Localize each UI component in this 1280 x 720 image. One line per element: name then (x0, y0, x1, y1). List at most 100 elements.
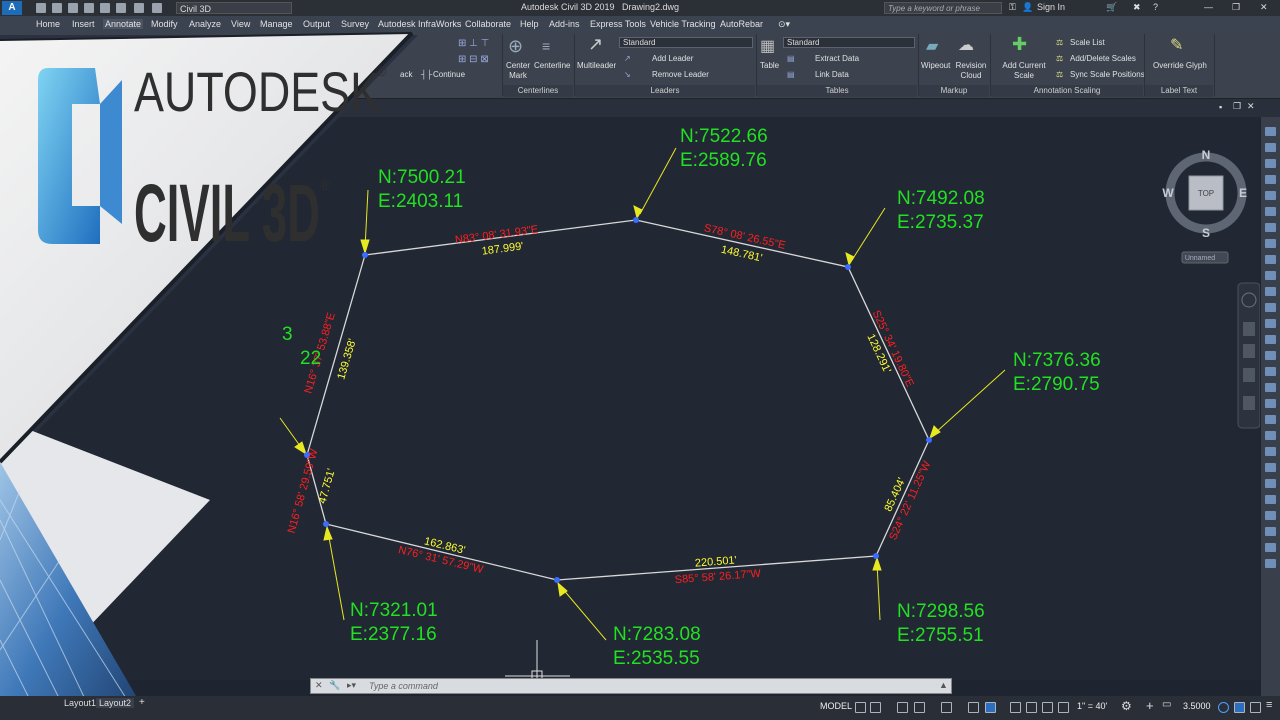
centerline-button[interactable]: Centerline (534, 61, 570, 70)
tool-icon[interactable] (1265, 207, 1276, 216)
link-data-button[interactable]: Link Data (815, 70, 849, 79)
extract-data-icon[interactable]: ▤ (787, 54, 795, 63)
minimize-icon[interactable]: — (1204, 2, 1213, 12)
add-delete-scales-button[interactable]: Add/Delete Scales (1070, 54, 1136, 63)
close-command-icon[interactable]: ✕ (315, 680, 323, 691)
account-icon[interactable]: ⚿ (1009, 2, 1016, 13)
command-prompt-icon[interactable]: ▸▾ (347, 680, 356, 691)
tool-icon[interactable] (1265, 399, 1276, 408)
tab-collaborate[interactable]: Collaborate (465, 19, 511, 29)
cart-icon[interactable]: 🛒 (1106, 2, 1117, 13)
tool-icon[interactable] (1265, 479, 1276, 488)
tab-autorebar[interactable]: AutoRebar (720, 19, 763, 29)
tool-icon[interactable] (1265, 175, 1276, 184)
ucs-dropdown[interactable]: Unnamed (1185, 255, 1215, 262)
tool-icon[interactable] (1265, 463, 1276, 472)
scale-list-icon[interactable]: ⚖ (1056, 38, 1063, 47)
tool-icon[interactable] (1265, 559, 1276, 568)
viewcube-west[interactable]: W (1162, 186, 1174, 200)
layout1-tab[interactable]: Layout1 (64, 698, 96, 708)
tool-icon[interactable] (1265, 415, 1276, 424)
tab-add-ins[interactable]: Add-ins (549, 19, 580, 29)
command-line[interactable]: ✕ 🔧 ▸▾ Type a command ▲ (310, 678, 952, 694)
workspace-gear-icon[interactable]: ⚙ (1121, 699, 1132, 713)
remove-leader-icon[interactable]: ↘ (624, 70, 631, 79)
viewcube-north[interactable]: N (1202, 148, 1211, 162)
sign-in-link[interactable]: Sign In (1037, 2, 1065, 12)
units-icon[interactable]: ▭ (1162, 699, 1171, 710)
table-style-dropdown[interactable]: Standard (783, 37, 915, 48)
annotation-monitor-icon[interactable]: + (1146, 698, 1154, 713)
viewport-close-icon[interactable]: ✕ (1247, 101, 1255, 112)
tool-icon[interactable] (1265, 303, 1276, 312)
continue-button[interactable]: Continue (433, 70, 465, 79)
command-expand-icon[interactable]: ▲ (939, 680, 948, 690)
viewcube-east[interactable]: E (1239, 186, 1247, 200)
tool-icon[interactable] (1265, 191, 1276, 200)
center-mark-icon[interactable]: ⊕ (508, 36, 523, 57)
vertex-node[interactable] (845, 264, 851, 270)
close-icon[interactable]: ✕ (1260, 2, 1268, 13)
revision-cloud-button[interactable]: Revision Cloud (954, 61, 988, 81)
auto-scale-icon[interactable] (1042, 702, 1053, 713)
remove-leader-button[interactable]: Remove Leader (652, 70, 709, 79)
tool-icon[interactable] (1265, 431, 1276, 440)
multileader-button[interactable]: Multileader (577, 61, 616, 70)
help-icon[interactable]: ? (1153, 2, 1158, 12)
override-glyph-icon[interactable]: ✎ (1170, 35, 1183, 55)
add-leader-button[interactable]: Add Leader (652, 54, 693, 63)
tool-icon[interactable] (1265, 335, 1276, 344)
hardware-acceleration-icon[interactable] (1234, 702, 1245, 713)
customization-icon[interactable]: ≡ (1266, 699, 1272, 711)
showmotion-icon[interactable] (1243, 396, 1255, 410)
tool-icon[interactable] (1265, 383, 1276, 392)
osnap-icon[interactable] (941, 702, 952, 713)
override-glyph-button[interactable]: Override Glyph (1153, 61, 1207, 70)
tool-icon[interactable] (1265, 223, 1276, 232)
tool-icon[interactable] (1265, 351, 1276, 360)
tool-icon[interactable] (1265, 367, 1276, 376)
link-data-icon[interactable]: ▤ (787, 70, 795, 79)
tool-icon[interactable] (1265, 527, 1276, 536)
vertex-node[interactable] (633, 217, 639, 223)
tab-vehicle-tracking[interactable]: Vehicle Tracking (650, 19, 716, 29)
clean-screen-icon[interactable] (1250, 702, 1261, 713)
tab-help[interactable]: Help (520, 19, 539, 29)
table-button[interactable]: Table (760, 61, 779, 70)
tab-overflow-icon[interactable]: ⊙▾ (778, 19, 790, 30)
dim-tools-icon[interactable]: ⊞ ⊟ ⊠ (458, 54, 489, 65)
dim-tools-icon[interactable]: ⊞ ⊥ ⊤ (458, 38, 489, 49)
transparency-icon[interactable] (985, 702, 996, 713)
revision-cloud-icon[interactable]: ☁ (958, 35, 974, 55)
viewcube-south[interactable]: S (1202, 226, 1210, 240)
vertex-node[interactable] (873, 553, 879, 559)
viewport-minimize-icon[interactable]: ▪ (1219, 102, 1222, 112)
tool-icon[interactable] (1265, 495, 1276, 504)
add-leader-icon[interactable]: ↗ (624, 54, 631, 63)
tool-icon[interactable] (1265, 543, 1276, 552)
selection-cycling-icon[interactable] (1010, 702, 1021, 713)
vertex-node[interactable] (926, 437, 932, 443)
viewcube[interactable]: TOP N S E W Unnamed (1162, 148, 1247, 264)
add-current-scale-button[interactable]: Add Current Scale (998, 61, 1050, 81)
tool-icon[interactable] (1265, 255, 1276, 264)
annotation-scale-icon[interactable] (1058, 702, 1069, 713)
add-current-scale-icon[interactable]: ✚ (1012, 34, 1027, 55)
navigation-bar[interactable] (1237, 282, 1260, 429)
tool-icon[interactable] (1265, 511, 1276, 520)
wipeout-icon[interactable]: ▰ (926, 36, 938, 56)
center-mark-button[interactable]: Center Mark (506, 61, 530, 81)
tool-icon[interactable] (1265, 271, 1276, 280)
tool-icon[interactable] (1265, 287, 1276, 296)
wipeout-button[interactable]: Wipeout (921, 61, 950, 70)
isolate-objects-icon[interactable] (1218, 702, 1229, 713)
tool-icon[interactable] (1265, 159, 1276, 168)
sync-scale-icon[interactable]: ⚖ (1056, 70, 1063, 79)
tool-icon[interactable] (1265, 143, 1276, 152)
ortho-icon[interactable] (897, 702, 908, 713)
polar-icon[interactable] (914, 702, 925, 713)
grid-icon[interactable] (855, 702, 866, 713)
leader-style-dropdown[interactable]: Standard (619, 37, 753, 48)
tool-icon[interactable] (1265, 447, 1276, 456)
viewport-restore-icon[interactable]: ❐ (1233, 101, 1241, 112)
